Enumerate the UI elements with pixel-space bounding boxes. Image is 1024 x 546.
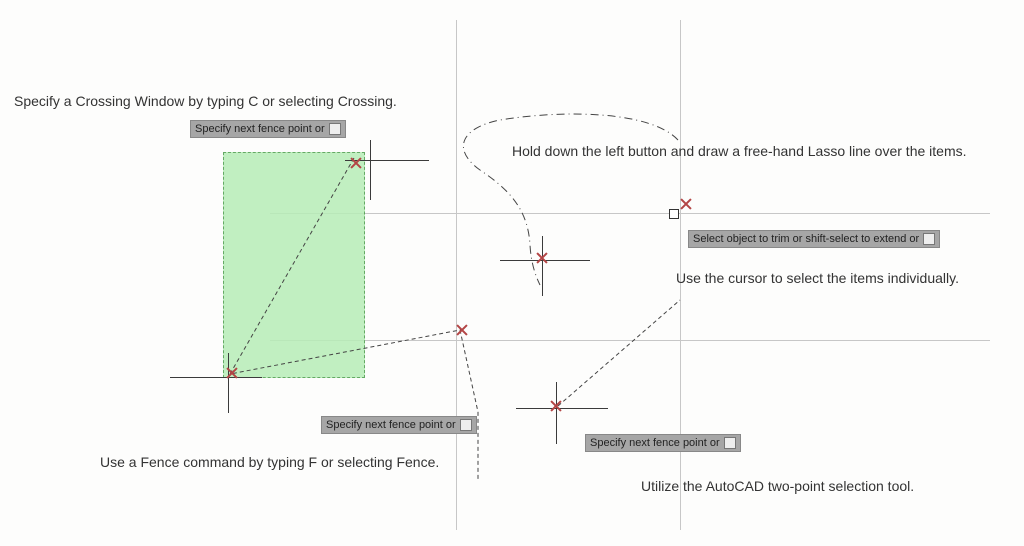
marker-crossing-top — [350, 157, 362, 169]
marker-cursor — [680, 198, 692, 210]
pickbox-cursor — [669, 209, 679, 219]
marker-lower — [550, 400, 562, 412]
marker-center — [536, 252, 548, 264]
marker-crossing-bottom — [226, 367, 238, 379]
marker-fence-mid — [456, 324, 468, 336]
twopoint-line — [0, 0, 1024, 546]
